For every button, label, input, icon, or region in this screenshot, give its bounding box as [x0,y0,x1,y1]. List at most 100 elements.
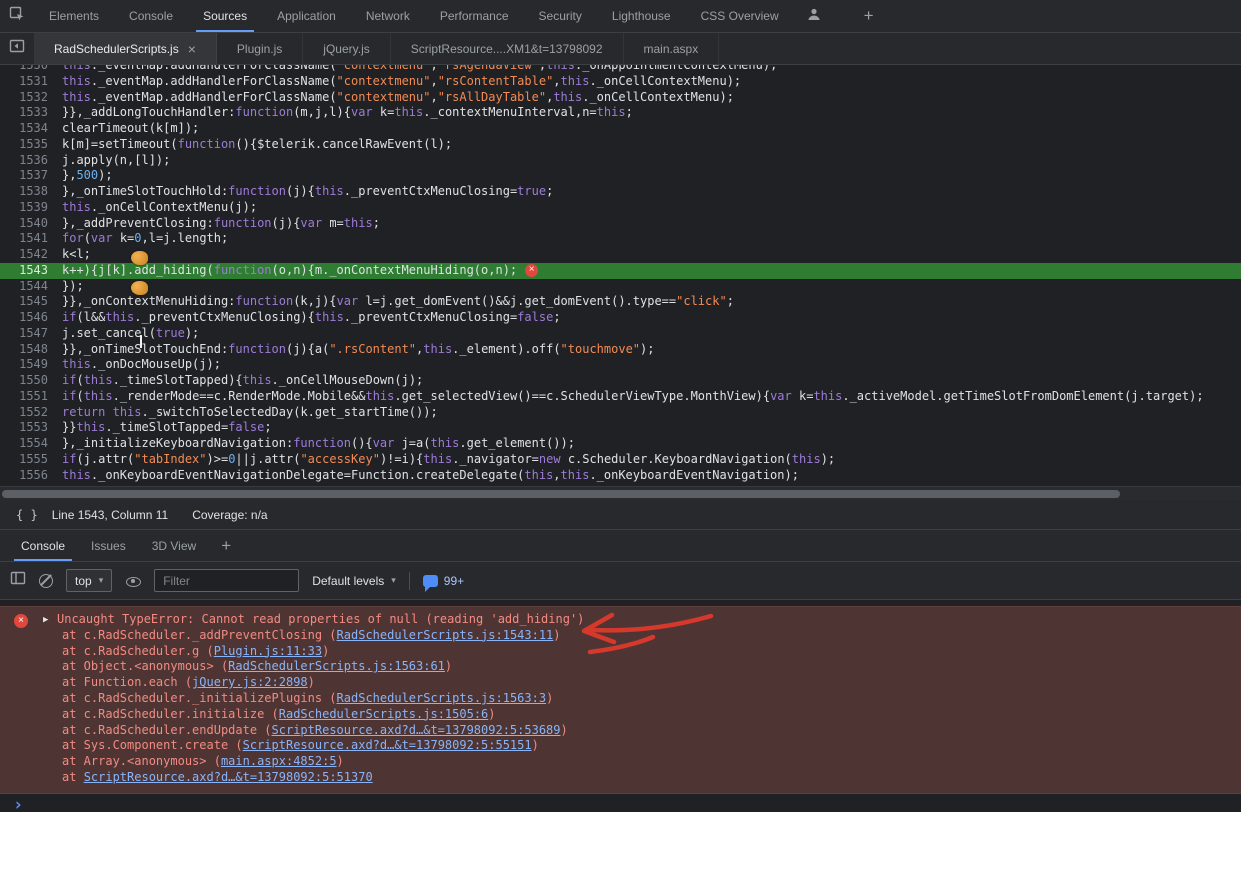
drawer-tab-console[interactable]: Console [8,530,78,561]
console-filter-input[interactable] [154,569,299,592]
line-number[interactable]: 1554 [0,436,62,452]
code-line-1551[interactable]: 1551if(this._renderMode==c.RenderMode.Mo… [0,389,1241,405]
code-line-1544[interactable]: 1544}); [0,279,1241,295]
close-icon[interactable]: × [188,42,196,56]
line-number[interactable]: 1539 [0,200,62,216]
line-number[interactable]: 1533 [0,105,62,121]
code-line-1553[interactable]: 1553}}this._timeSlotTapped=false; [0,420,1241,436]
line-number[interactable]: 1531 [0,74,62,90]
inspect-element-button[interactable] [0,0,34,32]
text-caret [140,335,142,348]
pretty-print-button[interactable]: { } [10,508,44,522]
stack-link[interactable]: Plugin.js:11:33 [214,644,322,658]
console-sidebar-toggle-button[interactable] [10,570,26,591]
line-number[interactable]: 1534 [0,121,62,137]
tab-network[interactable]: Network [351,0,425,32]
horizontal-scrollbar[interactable] [0,486,1241,500]
log-levels-dropdown[interactable]: Default levels ▾ [312,574,396,588]
file-tab-scriptresource-xm1-t-13798092[interactable]: ScriptResource....XM1&t=13798092 [391,33,624,64]
javascript-context-select[interactable]: top ▾ [66,569,112,592]
line-number[interactable]: 1556 [0,468,62,484]
code-line-1543[interactable]: 1543k++){j[k].add_hiding(function(o,n){m… [0,263,1241,279]
code-line-1552[interactable]: 1552return this._switchToSelectedDay(k.g… [0,405,1241,421]
tab-performance[interactable]: Performance [425,0,524,32]
line-number[interactable]: 1537 [0,168,62,184]
stack-link[interactable]: ScriptResource.axd?d…&t=13798092:5:55151 [243,738,532,752]
code-line-1532[interactable]: 1532this._eventMap.addHandlerForClassNam… [0,90,1241,106]
messages-count-badge[interactable]: 99+ [423,574,464,588]
line-number[interactable]: 1544 [0,279,62,295]
code-line-1534[interactable]: 1534clearTimeout(k[m]); [0,121,1241,137]
line-number[interactable]: 1540 [0,216,62,232]
toggle-navigator-button[interactable] [0,33,34,64]
code-line-1548[interactable]: 1548}},_onTimeSlotTouchEnd:function(j){a… [0,342,1241,358]
stack-link[interactable]: RadSchedulerScripts.js:1563:61 [228,659,445,673]
tab-lighthouse[interactable]: Lighthouse [597,0,686,32]
line-number[interactable]: 1552 [0,405,62,421]
line-number[interactable]: 1555 [0,452,62,468]
code-line-1536[interactable]: 1536j.apply(n,[l]); [0,153,1241,169]
file-tab-jquery-js[interactable]: jQuery.js [303,33,390,64]
stack-link[interactable]: RadSchedulerScripts.js:1543:11 [337,628,554,642]
tab-console[interactable]: Console [114,0,188,32]
line-number[interactable]: 1542 [0,247,62,263]
tab-application[interactable]: Application [262,0,351,32]
live-expression-eye-icon[interactable] [125,573,141,589]
code-line-1547[interactable]: 1547j.set_cancel(true); [0,326,1241,342]
user-button[interactable] [798,0,830,32]
code-line-1546[interactable]: 1546if(l&&this._preventCtxMenuClosing){t… [0,310,1241,326]
code-line-1545[interactable]: 1545}},_onContextMenuHiding:function(k,j… [0,294,1241,310]
code-line-1554[interactable]: 1554},_initializeKeyboardNavigation:func… [0,436,1241,452]
stack-link[interactable]: RadSchedulerScripts.js:1563:3 [337,691,547,705]
line-number[interactable]: 1553 [0,420,62,436]
stack-link[interactable]: ScriptResource.axd?d…&t=13798092:5:51370 [84,770,373,784]
add-tab-button[interactable]: + [852,0,886,32]
line-number[interactable]: 1551 [0,389,62,405]
drawer-tab-3d-view[interactable]: 3D View [139,530,209,561]
code-line-1555[interactable]: 1555if(j.attr("tabIndex")>=0||j.attr("ac… [0,452,1241,468]
file-tab-main-aspx[interactable]: main.aspx [624,33,720,64]
tab-css-overview[interactable]: CSS Overview [686,0,794,32]
line-number[interactable]: 1546 [0,310,62,326]
code-line-1549[interactable]: 1549this._onDocMouseUp(j); [0,357,1241,373]
line-number[interactable]: 1541 [0,231,62,247]
file-tab-radschedulerscripts-js[interactable]: RadSchedulerScripts.js× [34,33,217,64]
code-line-1530[interactable]: 1530this._eventMap.addHandlerForClassNam… [0,65,1241,74]
file-tab-bar: RadSchedulerScripts.js×Plugin.jsjQuery.j… [0,33,1241,65]
drawer-add-tab-button[interactable]: + [209,530,243,561]
line-number[interactable]: 1532 [0,90,62,106]
line-number[interactable]: 1550 [0,373,62,389]
file-tab-plugin-js[interactable]: Plugin.js [217,33,303,64]
line-number[interactable]: 1538 [0,184,62,200]
stack-link[interactable]: RadSchedulerScripts.js:1505:6 [279,707,489,721]
clear-console-icon[interactable] [39,574,53,588]
drawer-tab-issues[interactable]: Issues [78,530,139,561]
stack-link[interactable]: jQuery.js:2:2898 [192,675,308,689]
code-line-1556[interactable]: 1556this._onKeyboardEventNavigationDeleg… [0,468,1241,484]
stack-link[interactable]: ScriptResource.axd?d…&t=13798092:5:53689 [272,723,561,737]
stack-link[interactable]: main.aspx:4852:5 [221,754,337,768]
code-line-1533[interactable]: 1533}},_addLongTouchHandler:function(m,j… [0,105,1241,121]
code-line-1531[interactable]: 1531this._eventMap.addHandlerForClassNam… [0,74,1241,90]
code-line-1539[interactable]: 1539this._onCellContextMenu(j); [0,200,1241,216]
line-number[interactable]: 1547 [0,326,62,342]
tab-elements[interactable]: Elements [34,0,114,32]
code-line-1537[interactable]: 1537},500); [0,168,1241,184]
code-line-1535[interactable]: 1535k[m]=setTimeout(function(){$telerik.… [0,137,1241,153]
code-line-1550[interactable]: 1550if(this._timeSlotTapped){this._onCel… [0,373,1241,389]
code-line-1541[interactable]: 1541for(var k=0,l=j.length; [0,231,1241,247]
line-number[interactable]: 1548 [0,342,62,358]
tab-sources[interactable]: Sources [188,0,262,32]
line-number[interactable]: 1549 [0,357,62,373]
line-number[interactable]: 1536 [0,153,62,169]
code-line-1542[interactable]: 1542k<l; [0,247,1241,263]
code-line-1540[interactable]: 1540},_addPreventClosing:function(j){var… [0,216,1241,232]
line-number[interactable]: 1530 [0,65,62,74]
expand-triangle-icon[interactable]: ▶ [43,613,48,629]
line-number[interactable]: 1545 [0,294,62,310]
tab-security[interactable]: Security [524,0,597,32]
code-line-1538[interactable]: 1538},_onTimeSlotTouchHold:function(j){t… [0,184,1241,200]
scrollbar-thumb[interactable] [2,490,1120,498]
line-number[interactable]: 1543 [0,263,62,279]
line-number[interactable]: 1535 [0,137,62,153]
